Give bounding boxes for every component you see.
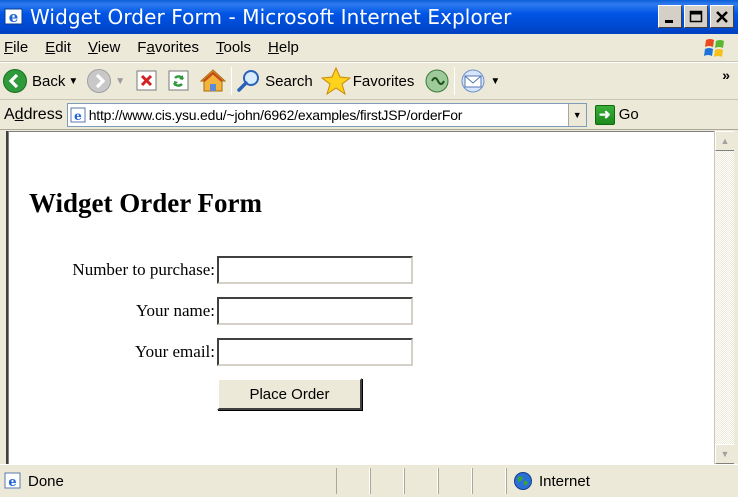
address-label: Address xyxy=(4,105,63,123)
toolbar-separator xyxy=(231,67,233,95)
name-label: Your name: xyxy=(135,301,215,320)
toolbar: Back ▼ ▼ Search Favorites ▼ » xyxy=(0,62,738,100)
back-label: Back xyxy=(32,72,66,90)
minimize-icon xyxy=(665,19,673,23)
page-icon: e xyxy=(70,107,86,123)
title-bar[interactable]: e Widget Order Form - Microsoft Internet… xyxy=(0,0,738,34)
minimize-button[interactable] xyxy=(658,5,682,28)
address-bar: Address e http://www.cis.ysu.edu/~john/6… xyxy=(0,100,738,130)
status-pane xyxy=(336,468,370,494)
favorites-button[interactable]: Favorites xyxy=(320,65,415,97)
form-row-quantity: Number to purchase: xyxy=(35,256,413,284)
toolbar-overflow-chevron-icon[interactable]: » xyxy=(722,67,730,83)
email-label: Your email: xyxy=(135,342,215,361)
back-button[interactable]: Back ▼ xyxy=(2,65,78,97)
menu-help[interactable]: Help xyxy=(259,39,307,56)
svg-text:e: e xyxy=(8,475,16,490)
favorites-star-icon xyxy=(320,67,351,95)
status-pane xyxy=(438,468,472,494)
chevron-down-icon[interactable]: ▼ xyxy=(115,76,125,87)
form-row-email: Your email: xyxy=(35,338,413,366)
window-frame-left xyxy=(0,131,8,464)
go-label: Go xyxy=(618,106,639,123)
mail-button[interactable]: ▼ xyxy=(459,65,500,97)
address-input[interactable]: e http://www.cis.ysu.edu/~john/6962/exam… xyxy=(66,102,587,127)
favorites-label: Favorites xyxy=(352,72,415,90)
menu-bar: File Edit View Favorites Tools Help xyxy=(0,34,738,62)
media-button[interactable] xyxy=(424,65,450,97)
close-button[interactable] xyxy=(710,5,734,28)
media-icon xyxy=(425,69,449,93)
address-url: http://www.cis.ysu.edu/~john/6962/exampl… xyxy=(88,106,463,123)
chevron-down-icon: ▼ xyxy=(572,109,582,120)
status-pane xyxy=(472,468,506,494)
chevron-down-icon[interactable]: ▼ xyxy=(68,76,78,87)
search-label: Search xyxy=(265,72,313,90)
form-row-name: Your name: xyxy=(35,297,413,325)
maximize-button[interactable] xyxy=(684,5,708,28)
refresh-icon xyxy=(168,70,189,91)
home-button[interactable] xyxy=(199,65,227,97)
svg-text:e: e xyxy=(74,109,82,123)
window-controls xyxy=(658,5,734,28)
forward-arrow-icon xyxy=(87,69,112,93)
back-arrow-icon xyxy=(3,69,27,93)
quantity-label: Number to purchase: xyxy=(72,260,215,279)
zone-label: Internet xyxy=(539,472,590,490)
stop-icon xyxy=(136,70,157,91)
menu-tools[interactable]: Tools xyxy=(207,39,259,56)
email-input[interactable] xyxy=(217,338,413,366)
chevron-up-icon: ▲ xyxy=(720,136,730,146)
chevron-down-icon: ▼ xyxy=(720,449,730,459)
close-icon xyxy=(716,10,728,23)
scroll-down-button[interactable]: ▼ xyxy=(715,444,735,464)
vertical-scrollbar[interactable]: ▲ ▼ xyxy=(714,131,735,464)
place-order-button[interactable]: Place Order xyxy=(217,378,362,410)
scroll-up-button[interactable]: ▲ xyxy=(715,131,735,151)
status-text: Done xyxy=(28,472,64,490)
window-frame-right xyxy=(734,131,738,464)
refresh-button[interactable] xyxy=(167,65,191,97)
status-bar: e Done Internet xyxy=(0,464,738,497)
status-text-area: e Done xyxy=(0,468,336,494)
go-button[interactable]: ➜ Go xyxy=(594,104,639,125)
forward-button[interactable]: ▼ xyxy=(86,65,125,97)
security-zone: Internet xyxy=(506,468,738,494)
address-dropdown-button[interactable]: ▼ xyxy=(567,103,586,126)
maximize-icon xyxy=(689,10,703,22)
go-arrow-icon: ➜ xyxy=(594,104,615,125)
page-done-icon: e xyxy=(4,472,21,490)
page-content: Widget Order Form Number to purchase: Yo… xyxy=(8,131,714,464)
globe-icon xyxy=(514,472,532,490)
menu-view[interactable]: View xyxy=(79,39,128,56)
name-input[interactable] xyxy=(217,297,413,325)
search-icon xyxy=(237,70,260,92)
home-icon xyxy=(199,69,227,92)
menu-file[interactable]: File xyxy=(0,39,36,56)
windows-flag-icon xyxy=(702,36,730,60)
status-pane xyxy=(404,468,438,494)
search-button[interactable]: Search xyxy=(236,65,313,97)
page-heading: Widget Order Form xyxy=(29,188,262,218)
chevron-down-icon[interactable]: ▼ xyxy=(490,76,500,87)
status-pane xyxy=(370,468,404,494)
mail-icon xyxy=(461,69,485,93)
quantity-input[interactable] xyxy=(217,256,413,284)
window-title: Widget Order Form - Microsoft Internet E… xyxy=(30,5,512,29)
svg-text:e: e xyxy=(9,8,19,26)
menu-edit[interactable]: Edit xyxy=(36,39,79,56)
stop-button[interactable] xyxy=(135,65,159,97)
toolbar-separator xyxy=(454,67,456,95)
ie-logo-icon: e xyxy=(4,7,24,27)
menu-favorites[interactable]: Favorites xyxy=(128,39,207,56)
